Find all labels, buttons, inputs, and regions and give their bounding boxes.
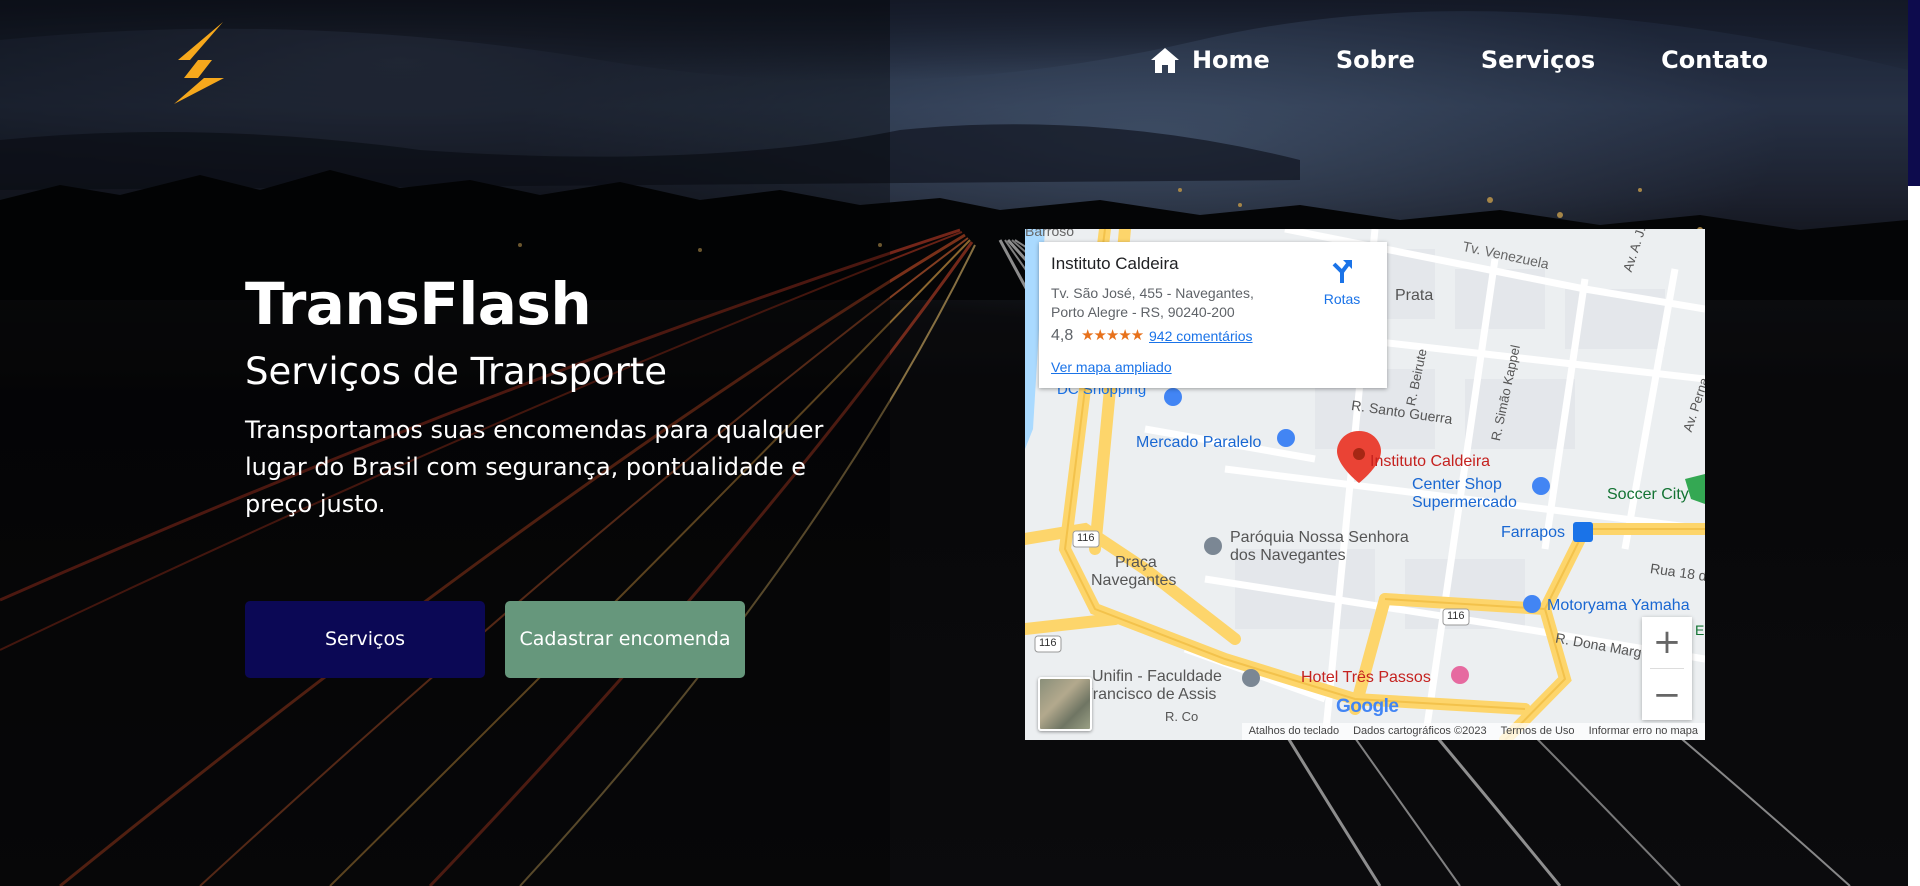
page-subtitle: Serviços de Transporte: [245, 350, 668, 393]
map-label-r-co: R. Co: [1165, 709, 1199, 724]
place-name: Instituto Caldeira: [1051, 254, 1179, 273]
nav-servicos[interactable]: Serviços: [1481, 46, 1595, 74]
keyboard-shortcuts-link[interactable]: Atalhos do teclado: [1241, 723, 1347, 740]
map-label-barroso: Barroso: [1025, 229, 1075, 239]
map-footer: Atalhos do teclado Dados cartográficos ©…: [1025, 723, 1705, 740]
terms-link[interactable]: Termos de Uso: [1493, 723, 1582, 740]
map-label-praca-1: Praça: [1115, 554, 1157, 571]
directions-icon: [1332, 260, 1352, 283]
place-address: Tv. São José, 455 - Navegantes, Porto Al…: [1051, 285, 1254, 320]
map-label-instituto-caldeira: Instituto Caldeira: [1370, 453, 1491, 470]
map-label-paroquia-2: dos Navegantes: [1230, 547, 1346, 564]
nav-sobre[interactable]: Sobre: [1336, 46, 1415, 74]
embedded-map[interactable]: Barroso Tv. Venezuela Prata Av. A. J. Re…: [1025, 229, 1705, 740]
home-icon: [1150, 48, 1179, 73]
map-label-praca-2: Navegantes: [1091, 572, 1177, 589]
nav-home[interactable]: Home: [1150, 46, 1270, 74]
cadastrar-encomenda-button[interactable]: Cadastrar encomenda: [505, 601, 745, 678]
directions-label: Rotas: [1323, 291, 1361, 307]
nav-contato[interactable]: Contato: [1661, 46, 1768, 74]
map-label-hotel: Hotel Três Passos: [1301, 669, 1431, 686]
place-rating: 4,8: [1051, 327, 1074, 344]
star-rating-icon: ★★★★★: [1081, 327, 1144, 344]
map-label-farrapos: Farrapos: [1501, 524, 1566, 541]
map-label-mercado-paralelo: Mercado Paralelo: [1136, 434, 1262, 451]
map-label-route-116-c: 116: [1447, 610, 1465, 622]
map-label-unifin-1: Unifin - Faculdade: [1092, 668, 1222, 685]
reviews-link[interactable]: 942 comentários: [1149, 328, 1253, 344]
map-label-paroquia-1: Paróquia Nossa Senhora: [1230, 529, 1409, 546]
place-info-card: Instituto Caldeira Tv. São José, 455 - N…: [1039, 242, 1387, 388]
main-nav: Home Sobre Serviços Contato: [1150, 46, 1768, 74]
zoom-out-button[interactable]: −: [1642, 670, 1692, 720]
nav-home-label: Home: [1191, 46, 1270, 74]
directions-button[interactable]: Rotas: [1317, 256, 1367, 307]
zoom-controls: + −: [1642, 617, 1692, 720]
map-label-soccer-city: Soccer City: [1607, 486, 1689, 503]
zoom-divider: [1650, 668, 1684, 669]
map-label-supermercado: Supermercado: [1412, 494, 1517, 511]
map-label-e: E: [1695, 622, 1705, 638]
map-label-route-116-a: 116: [1077, 532, 1095, 544]
page-title: TransFlash: [245, 270, 592, 338]
map-label-prata: Prata: [1395, 287, 1434, 304]
map-label-route-116-b: 116: [1039, 637, 1057, 649]
map-label-center-shop: Center Shop: [1412, 476, 1502, 493]
larger-map-link[interactable]: Ver mapa ampliado: [1051, 359, 1172, 375]
zoom-in-button[interactable]: +: [1642, 617, 1692, 667]
map-label-motoryama: Motoryama Yamaha: [1547, 597, 1690, 614]
report-error-link[interactable]: Informar erro no mapa: [1581, 723, 1705, 740]
map-label-unifin-2: Francisco de Assis: [1083, 686, 1217, 703]
lightning-bolt-icon[interactable]: [168, 20, 248, 106]
google-logo: Google: [1336, 696, 1399, 717]
hero-description: Transportamos suas encomendas para qualq…: [245, 416, 824, 518]
scrollbar-thumb[interactable]: [1908, 0, 1920, 186]
servicos-button[interactable]: Serviços: [245, 601, 485, 678]
map-data-credit: Dados cartográficos ©2023: [1346, 723, 1494, 740]
